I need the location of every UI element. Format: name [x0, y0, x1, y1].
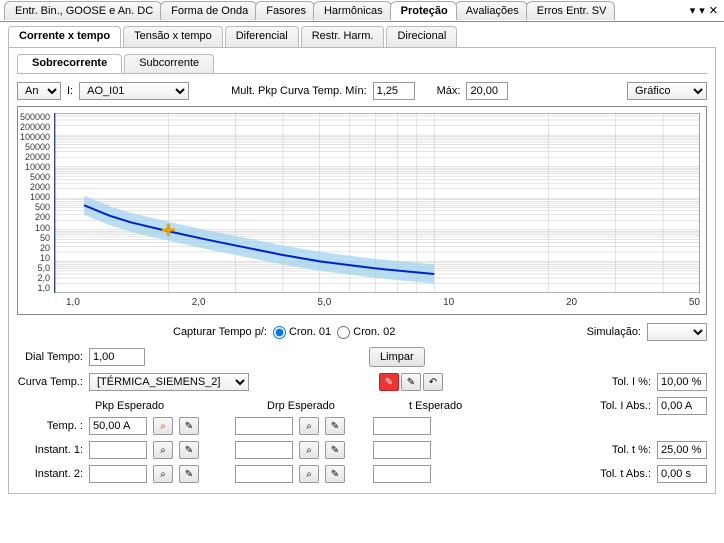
capture-row: Capturar Tempo p/: Cron. 01 Cron. 02 Sim…: [17, 323, 707, 341]
temp-t-input[interactable]: [373, 417, 431, 435]
inst2-drp-input[interactable]: [235, 465, 293, 483]
tab-entr-bin[interactable]: Entr. Bin., GOOSE e An. DC: [4, 1, 162, 20]
temp-drp-input[interactable]: [235, 417, 293, 435]
inst2-pkp-edit-icon[interactable]: ✎: [179, 465, 199, 483]
tab-diferencial[interactable]: Diferencial: [225, 26, 299, 47]
mult-max-input[interactable]: [466, 82, 508, 100]
y-axis-ticks: 500000200000100000 500002000010000 50002…: [20, 113, 54, 293]
tab-fasores[interactable]: Fasores: [255, 1, 315, 20]
curve-undo-icon[interactable]: ↶: [423, 373, 443, 391]
tab-tensao-x-tempo[interactable]: Tensão x tempo: [123, 26, 223, 47]
drp-header: Drp Esperado: [267, 400, 387, 412]
inst1-pkp-search-icon[interactable]: ⌕: [153, 441, 173, 459]
chart-container: 500000200000100000 500002000010000 50002…: [17, 106, 707, 315]
tol-t-abs-label: Tol. t Abs.:: [600, 468, 651, 480]
inst1-pkp-input[interactable]: [89, 441, 147, 459]
inst2-pkp-input[interactable]: [89, 465, 147, 483]
tab-restr-harm[interactable]: Restr. Harm.: [301, 26, 385, 47]
instant2-row: Instant. 2: ⌕ ✎ ⌕ ✎ Tol. t Abs.:: [17, 465, 707, 483]
i-label: I:: [67, 85, 73, 97]
top-input-row: An I: AO_I01 Mult. Pkp Curva Temp. Mín: …: [17, 82, 707, 100]
expected-headers: Pkp Esperado Drp Esperado t Esperado Tol…: [17, 397, 707, 415]
inst2-pkp-search-icon[interactable]: ⌕: [153, 465, 173, 483]
inst1-drp-edit-icon[interactable]: ✎: [325, 441, 345, 459]
tol-i-abs-input[interactable]: [657, 397, 707, 415]
mult-min-label: Mult. Pkp Curva Temp. Mín:: [231, 85, 367, 97]
tab-sobrecorrente[interactable]: Sobrecorrente: [17, 54, 122, 73]
radio-cron1[interactable]: Cron. 01: [273, 326, 331, 339]
mult-max-label: Máx:: [437, 85, 461, 97]
main-tab-bar: Entr. Bin., GOOSE e An. DC Forma de Onda…: [0, 0, 724, 22]
tab-forma-onda[interactable]: Forma de Onda: [160, 1, 257, 20]
close-icon[interactable]: ✕: [709, 4, 718, 17]
tab-protecao[interactable]: Proteção: [390, 1, 457, 20]
tol-t-input[interactable]: [657, 441, 707, 459]
temp-drp-search-icon[interactable]: ⌕: [299, 417, 319, 435]
curve-brush-icon[interactable]: ✎: [401, 373, 421, 391]
curve-edit-icon[interactable]: ✎: [379, 373, 399, 391]
view-mode-select[interactable]: Gráfico: [627, 82, 707, 100]
sub-tab-bar-1: Corrente x tempo Tensão x tempo Diferenc…: [8, 26, 716, 48]
window-controls: ▾ ▾ ✕: [690, 4, 724, 17]
inst2-label: Instant. 2:: [17, 468, 83, 480]
x-axis-ticks: 1,02,0 5,010 2050: [20, 297, 700, 308]
inst2-t-input[interactable]: [373, 465, 431, 483]
sim-label: Simulação:: [587, 326, 641, 338]
pkp-header: Pkp Esperado: [95, 400, 215, 412]
inst2-drp-search-icon[interactable]: ⌕: [299, 465, 319, 483]
tab-corrente-x-tempo[interactable]: Corrente x tempo: [8, 26, 121, 47]
tol-t-label: Tol. t %:: [612, 444, 651, 456]
temp-pkp-input[interactable]: [89, 417, 147, 435]
dropdown-icon[interactable]: ▾: [690, 4, 696, 17]
unit-select[interactable]: An: [17, 82, 61, 100]
tol-t-abs-input[interactable]: [657, 465, 707, 483]
t-header: t Esperado: [409, 400, 489, 412]
mult-min-input[interactable]: [373, 82, 415, 100]
tol-i-label: Tol. I %:: [612, 376, 651, 388]
dial-tempo-input[interactable]: [89, 348, 145, 366]
tab-subcorrente[interactable]: Subcorrente: [124, 54, 214, 73]
temp-pkp-search-icon[interactable]: ⌕: [153, 417, 173, 435]
tab-erros-entr-sv[interactable]: Erros Entr. SV: [526, 1, 616, 20]
inst1-label: Instant. 1:: [17, 444, 83, 456]
temp-drp-edit-icon[interactable]: ✎: [325, 417, 345, 435]
tab-avaliacoes[interactable]: Avaliações: [455, 1, 528, 20]
tol-i-abs-label: Tol. I Abs.:: [600, 400, 651, 412]
sub-tab-bar-2: Sobrecorrente Subcorrente: [17, 54, 707, 74]
tab-harmonicas[interactable]: Harmônicas: [313, 1, 392, 20]
inst2-drp-edit-icon[interactable]: ✎: [325, 465, 345, 483]
dial-row: Dial Tempo: Limpar: [17, 347, 707, 367]
instant1-row: Instant. 1: ⌕ ✎ ⌕ ✎ Tol. t %:: [17, 441, 707, 459]
inst1-t-input[interactable]: [373, 441, 431, 459]
capture-label: Capturar Tempo p/:: [173, 326, 267, 338]
inst1-drp-search-icon[interactable]: ⌕: [299, 441, 319, 459]
plot-area[interactable]: [54, 113, 700, 293]
curva-temp-select[interactable]: [TÉRMICA_SIEMENS_2]: [89, 373, 249, 391]
radio-cron2[interactable]: Cron. 02: [337, 326, 395, 339]
temp-pkp-edit-icon[interactable]: ✎: [179, 417, 199, 435]
inst1-pkp-edit-icon[interactable]: ✎: [179, 441, 199, 459]
limpar-button[interactable]: Limpar: [369, 347, 425, 367]
sim-select[interactable]: [647, 323, 707, 341]
tab-direcional[interactable]: Direcional: [386, 26, 457, 47]
curva-row: Curva Temp.: [TÉRMICA_SIEMENS_2] ✎ ✎ ↶ T…: [17, 373, 707, 391]
temp-row: Temp. : ⌕ ✎ ⌕ ✎: [17, 417, 707, 435]
i-select[interactable]: AO_I01: [79, 82, 189, 100]
curva-temp-label: Curva Temp.:: [17, 376, 83, 388]
tol-i-input[interactable]: [657, 373, 707, 391]
dial-tempo-label: Dial Tempo:: [17, 351, 83, 363]
inst1-drp-input[interactable]: [235, 441, 293, 459]
minimize-icon[interactable]: ▾: [699, 4, 705, 17]
temp-label: Temp. :: [17, 420, 83, 432]
